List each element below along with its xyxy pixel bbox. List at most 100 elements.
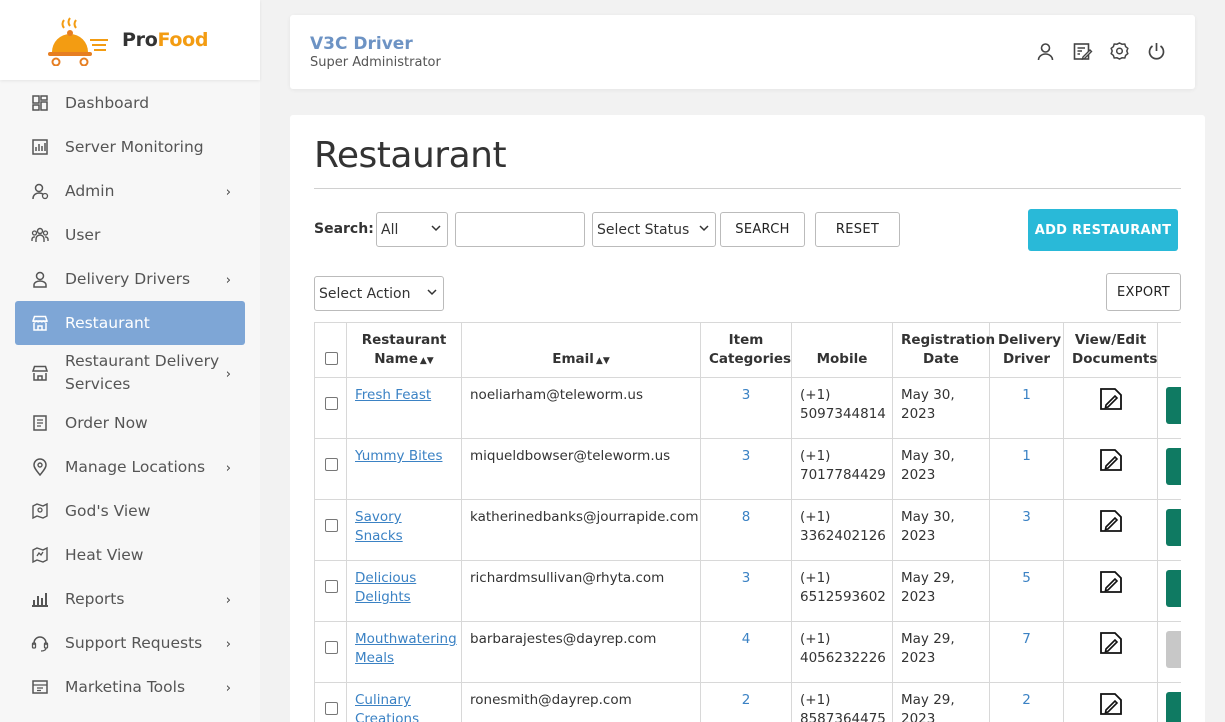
settings-icon[interactable] bbox=[1109, 41, 1130, 62]
row-checkbox[interactable] bbox=[325, 397, 338, 410]
driver-count-link[interactable]: 2 bbox=[1022, 692, 1031, 708]
email-cell: richardmsullivan@rhyta.com bbox=[461, 560, 701, 622]
sidebar-item-label: God's View bbox=[65, 501, 151, 520]
chevron-right-icon: › bbox=[225, 366, 231, 382]
categories-link[interactable]: 4 bbox=[742, 631, 751, 647]
mobile-cell: (+1) 3362402126 bbox=[791, 499, 893, 561]
sidebar-item-label: Manage Locations bbox=[65, 457, 206, 476]
categories-link[interactable]: 3 bbox=[742, 387, 751, 403]
row-checkbox[interactable] bbox=[325, 641, 338, 654]
edit-note-icon[interactable] bbox=[1072, 41, 1093, 62]
edit-document-icon[interactable] bbox=[1072, 508, 1149, 534]
col-restaurant-name[interactable]: Restaurant Name ▲▼ bbox=[346, 322, 462, 378]
status-toggle-button[interactable] bbox=[1166, 692, 1181, 722]
profile-icon[interactable] bbox=[1035, 41, 1056, 62]
users-icon bbox=[31, 226, 49, 244]
edit-document-icon[interactable] bbox=[1072, 569, 1149, 595]
edit-document-icon[interactable] bbox=[1072, 691, 1149, 717]
sidebar-item-manage-locations[interactable]: Manage Locations › bbox=[15, 445, 245, 489]
action-select[interactable]: Select Action bbox=[314, 276, 444, 311]
categories-link[interactable]: 2 bbox=[742, 692, 751, 708]
add-restaurant-button[interactable]: ADD RESTAURANT bbox=[1028, 209, 1178, 251]
sidebar-item-dashboard[interactable]: Dashboard bbox=[15, 81, 245, 125]
status-toggle-button[interactable] bbox=[1166, 448, 1181, 485]
status-cell bbox=[1157, 438, 1181, 500]
status-select[interactable]: Select Status bbox=[592, 212, 716, 247]
header-mobile: Mobile bbox=[816, 351, 868, 367]
sidebar-item-delivery-drivers[interactable]: Delivery Drivers › bbox=[15, 257, 245, 301]
chevron-right-icon: › bbox=[225, 272, 231, 288]
row-checkbox[interactable] bbox=[325, 580, 338, 593]
search-button[interactable]: SEARCH bbox=[720, 212, 805, 247]
power-icon[interactable] bbox=[1146, 41, 1167, 62]
sidebar-item-restaurant-delivery-services[interactable]: Restaurant Delivery Services › bbox=[15, 345, 245, 401]
mobile-number: 8587364475 bbox=[800, 711, 886, 722]
logo[interactable]: ProFood bbox=[0, 0, 260, 80]
col-status bbox=[1157, 322, 1181, 378]
driver-count-link[interactable]: 7 bbox=[1022, 631, 1031, 647]
documents-cell bbox=[1063, 682, 1158, 722]
status-toggle-button[interactable] bbox=[1166, 631, 1181, 668]
reset-button[interactable]: RESET bbox=[815, 212, 900, 247]
row-select-cell bbox=[314, 682, 347, 722]
edit-document-icon[interactable] bbox=[1072, 447, 1149, 473]
select-all-checkbox[interactable] bbox=[325, 352, 338, 365]
search-field-select[interactable]: All bbox=[376, 212, 448, 247]
sidebar-item-server-monitoring[interactable]: Server Monitoring bbox=[15, 125, 245, 169]
documents-cell bbox=[1063, 377, 1158, 439]
sidebar-item-admin[interactable]: Admin › bbox=[15, 169, 245, 213]
sort-icon: ▲▼ bbox=[419, 356, 434, 366]
header-subtitle: Super Administrator bbox=[310, 55, 441, 70]
driver-count-link[interactable]: 1 bbox=[1022, 387, 1031, 403]
documents-cell bbox=[1063, 438, 1158, 500]
sidebar-item-restaurant[interactable]: Restaurant bbox=[15, 301, 245, 345]
restaurant-name-cell: Delicious Delights bbox=[346, 560, 462, 622]
driver-count-link[interactable]: 5 bbox=[1022, 570, 1031, 586]
date-line1: May 29, bbox=[901, 692, 955, 708]
sidebar-item-marketing-tools[interactable]: Marketina Tools › bbox=[15, 665, 245, 709]
tools-icon bbox=[31, 678, 49, 696]
driver-count-link[interactable]: 3 bbox=[1022, 509, 1031, 525]
restaurant-name-link[interactable]: Culinary Creations bbox=[355, 692, 419, 722]
driver-count-link[interactable]: 1 bbox=[1022, 448, 1031, 464]
row-checkbox[interactable] bbox=[325, 702, 338, 715]
registration-date-cell: May 30, 2023 bbox=[892, 499, 990, 561]
status-toggle-button[interactable] bbox=[1166, 570, 1181, 607]
registration-date-cell: May 29, 2023 bbox=[892, 560, 990, 622]
edit-document-icon[interactable] bbox=[1072, 386, 1149, 412]
col-delivery-driver: Delivery Driver bbox=[989, 322, 1064, 378]
registration-date-cell: May 29, 2023 bbox=[892, 621, 990, 683]
categories-link[interactable]: 3 bbox=[742, 570, 751, 586]
col-email[interactable]: Email ▲▼ bbox=[461, 322, 701, 378]
edit-document-icon[interactable] bbox=[1072, 630, 1149, 656]
restaurant-name-link[interactable]: Fresh Feast bbox=[355, 387, 431, 403]
sidebar-item-reports[interactable]: Reports › bbox=[15, 577, 245, 621]
status-toggle-button[interactable] bbox=[1166, 387, 1181, 424]
sidebar-item-label: Marketina Tools bbox=[65, 677, 186, 696]
top-header: V3C Driver Super Administrator bbox=[290, 15, 1195, 89]
restaurant-name-link[interactable]: Yummy Bites bbox=[355, 448, 442, 464]
sidebar-item-support-requests[interactable]: Support Requests › bbox=[15, 621, 245, 665]
categories-link[interactable]: 8 bbox=[742, 509, 751, 525]
restaurant-name-link[interactable]: Delicious Delights bbox=[355, 570, 416, 605]
row-checkbox[interactable] bbox=[325, 458, 338, 471]
status-toggle-button[interactable] bbox=[1166, 509, 1181, 546]
sidebar-item-label: Admin bbox=[65, 181, 115, 200]
mobile-cell: (+1) 5097344814 bbox=[791, 377, 893, 439]
categories-cell: 2 bbox=[700, 682, 792, 722]
export-button[interactable]: EXPORT bbox=[1106, 273, 1181, 311]
sidebar-item-label: User bbox=[65, 225, 101, 244]
sidebar-item-order-now[interactable]: Order Now bbox=[15, 401, 245, 445]
header-email: Email bbox=[552, 351, 594, 367]
header-docs-line2: Documents bbox=[1072, 351, 1158, 367]
sidebar-item-heat-view[interactable]: Heat View bbox=[15, 533, 245, 577]
search-input[interactable] bbox=[455, 212, 585, 247]
categories-link[interactable]: 3 bbox=[742, 448, 751, 464]
sidebar-item-gods-view[interactable]: God's View bbox=[15, 489, 245, 533]
row-checkbox[interactable] bbox=[325, 519, 338, 532]
restaurant-name-link[interactable]: Mouthwatering Meals bbox=[355, 631, 457, 666]
sidebar-item-user[interactable]: User bbox=[15, 213, 245, 257]
restaurant-name-link[interactable]: Savory Snacks bbox=[355, 509, 403, 544]
mobile-code: (+1) bbox=[800, 570, 831, 586]
header-actions bbox=[1035, 41, 1167, 62]
